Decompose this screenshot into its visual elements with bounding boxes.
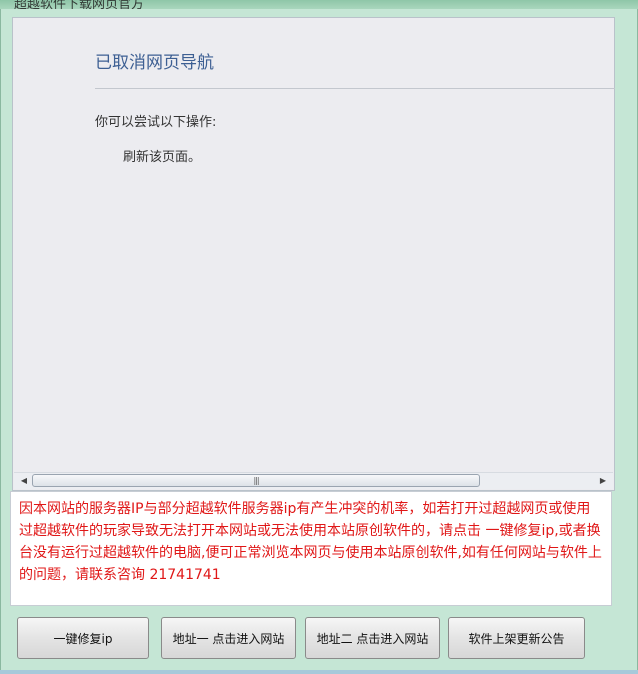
notice-panel: 因本网站的服务器IP与部分超越软件服务器ip有产生冲突的机率，如若打开过超越网页… xyxy=(10,491,612,606)
browser-view: 已取消网页导航 你可以尝试以下操作: 刷新该页面。 ◀ ||| ▶ xyxy=(12,17,615,491)
update-notice-button[interactable]: 软件上架更新公告 xyxy=(448,617,585,659)
grip-icon: ||| xyxy=(253,476,259,485)
error-divider xyxy=(95,88,615,89)
scrollbar-thumb[interactable]: ||| xyxy=(32,474,480,487)
scroll-right-icon[interactable]: ▶ xyxy=(595,473,611,489)
repair-ip-button[interactable]: 一键修复ip xyxy=(17,617,149,659)
horizontal-scrollbar[interactable]: ◀ ||| ▶ xyxy=(14,472,613,489)
refresh-suggestion: 刷新该页面。 xyxy=(123,150,202,165)
window-titlebar: 超越软件下载网页官方 xyxy=(0,0,638,12)
error-subtitle: 你可以尝试以下操作: xyxy=(95,115,217,130)
error-title: 已取消网页导航 xyxy=(95,53,214,73)
site-address-1-button[interactable]: 地址一 点击进入网站 xyxy=(161,617,296,659)
site-address-2-button[interactable]: 地址二 点击进入网站 xyxy=(305,617,440,659)
taskbar-strip xyxy=(0,670,638,674)
notice-text: 因本网站的服务器IP与部分超越软件服务器ip有产生冲突的机率，如若打开过超越网页… xyxy=(19,501,602,583)
scroll-left-icon[interactable]: ◀ xyxy=(16,473,32,489)
